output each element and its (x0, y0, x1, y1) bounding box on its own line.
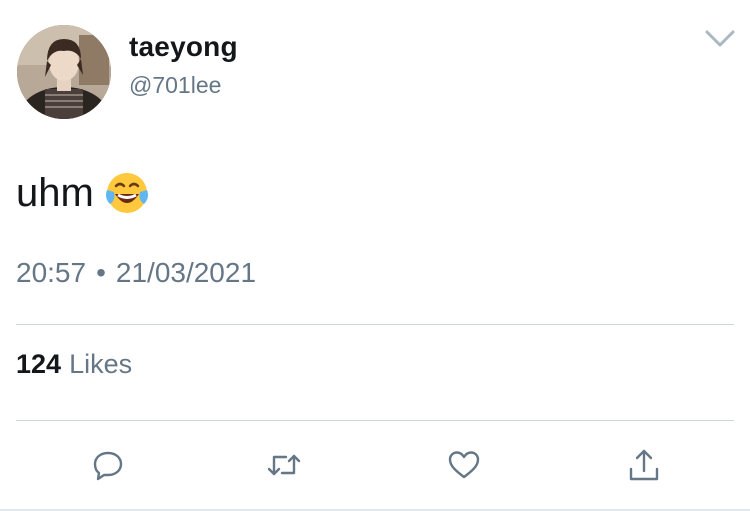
avatar[interactable] (17, 25, 111, 119)
handle[interactable]: @701lee (129, 72, 221, 99)
share-button[interactable] (626, 447, 662, 483)
share-icon (629, 449, 659, 481)
like-button[interactable] (446, 447, 482, 483)
display-name[interactable]: taeyong (129, 31, 238, 63)
reply-button[interactable] (90, 447, 126, 483)
face-with-tears-of-joy-icon (104, 170, 150, 216)
tweet-text-content: uhm (16, 170, 94, 215)
likes-stat[interactable]: 124 Likes (16, 349, 132, 380)
likes-count: 124 (16, 349, 62, 379)
heart-icon (448, 451, 480, 479)
retweet-icon (267, 454, 301, 476)
retweet-button[interactable] (266, 447, 302, 483)
tweet-date: 21/03/2021 (115, 257, 257, 288)
divider (16, 324, 734, 325)
reply-icon (93, 451, 123, 481)
divider (16, 420, 734, 421)
separator-dot: • (96, 257, 106, 288)
tweet-time: 20:57 (16, 257, 87, 288)
profile-photo-icon (17, 25, 111, 119)
tweet-card: taeyong @701lee uhm 20:57 • 21/03/2021 1… (0, 0, 750, 511)
timestamp[interactable]: 20:57 • 21/03/2021 (16, 257, 256, 289)
chevron-down-icon[interactable] (704, 28, 736, 50)
likes-label: Likes (69, 349, 133, 379)
tweet-text: uhm (16, 170, 150, 216)
